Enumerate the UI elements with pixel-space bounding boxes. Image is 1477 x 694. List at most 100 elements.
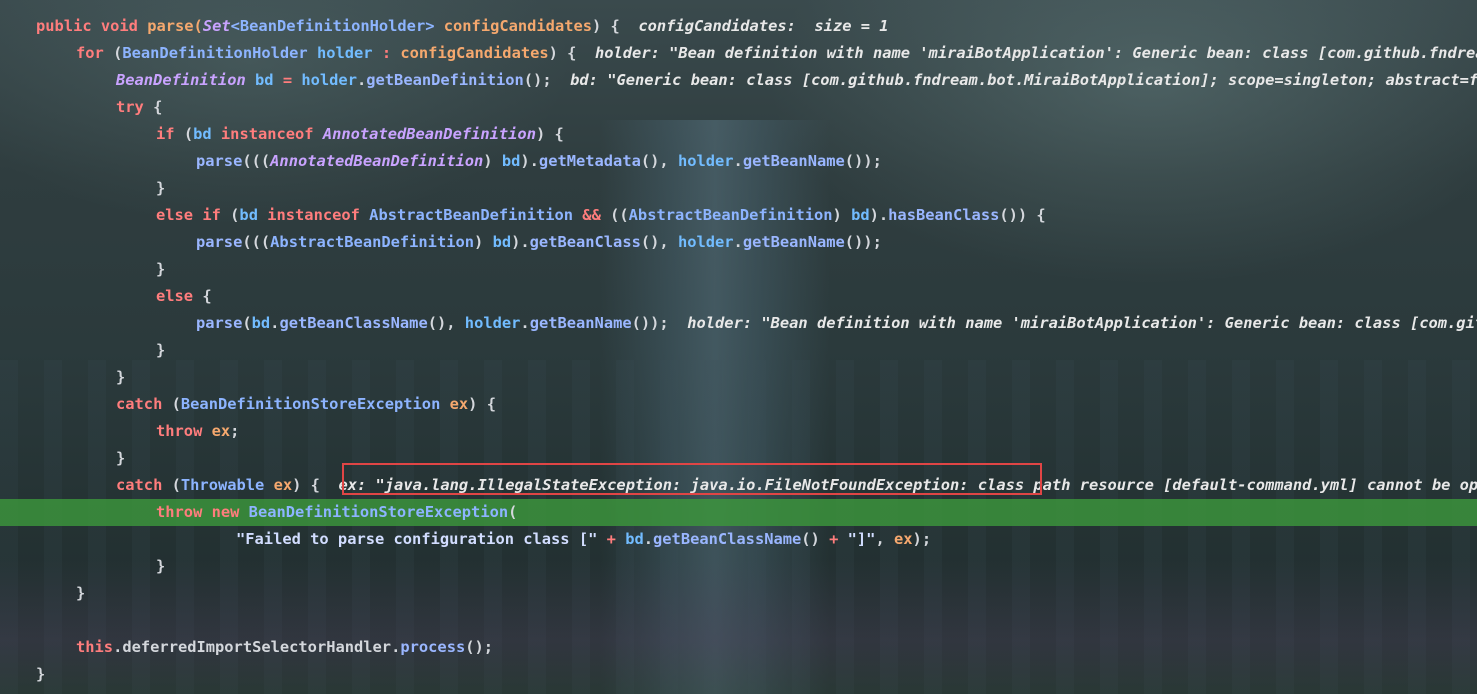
code-editor[interactable]: public void parse(Set<BeanDefinitionHold… [0, 0, 1477, 694]
code-token: BeanDefinitionStoreException [248, 503, 509, 521]
code-token: (), [427, 314, 465, 332]
code-token: instanceof [267, 206, 370, 224]
code-line[interactable]: else if (bd instanceof AbstractBeanDefin… [0, 202, 1477, 229]
code-token: } [116, 368, 126, 386]
code-line[interactable]: catch (BeanDefinitionStoreException ex) … [0, 391, 1477, 418]
code-token: { [202, 287, 212, 305]
code-token: ; [230, 422, 240, 440]
code-token: ()); [844, 152, 882, 170]
code-token: this [76, 638, 114, 656]
code-line[interactable]: } [0, 553, 1477, 580]
code-token: BeanDefinitionHolder [122, 44, 317, 62]
code-token: <BeanDefinitionHolder> [230, 17, 444, 35]
code-token: catch [116, 395, 172, 413]
code-token: parse( [147, 17, 203, 35]
debug-inline-value: holder: "Bean definition with name 'mira… [594, 44, 1477, 62]
code-token: getBeanName [742, 233, 845, 251]
current-execution-line[interactable]: throw new BeanDefinitionStoreException( [0, 499, 1477, 526]
code-token: (), [640, 152, 678, 170]
code-token: + [606, 530, 626, 548]
code-token: holder [301, 71, 357, 89]
code-token: "Failed to parse configuration class [" [236, 530, 607, 548]
code-token: } [76, 584, 86, 602]
code-token: holder [677, 233, 734, 251]
code-line[interactable]: } [0, 256, 1477, 283]
code-token: bd [851, 206, 870, 224]
code-line[interactable]: BeanDefinition bd = holder.getBeanDefini… [0, 67, 1477, 94]
code-token: try [116, 98, 154, 116]
code-token: configCandidates [443, 17, 593, 35]
code-token: ()); [844, 233, 882, 251]
code-token: bd [193, 125, 221, 143]
code-token: && [582, 206, 611, 224]
code-line[interactable]: parse(bd.getBeanClassName(), holder.getB… [0, 310, 1477, 337]
code-line[interactable]: try { [0, 94, 1477, 121]
code-token: ) { [535, 125, 564, 143]
code-line[interactable]: for (BeanDefinitionHolder holder : confi… [0, 40, 1477, 67]
code-token: ((( [242, 152, 271, 170]
code-line[interactable]: } [0, 175, 1477, 202]
code-token: } [156, 179, 166, 197]
code-token: bd [625, 530, 644, 548]
code-token: ); [912, 530, 932, 548]
code-token: ( [508, 503, 518, 521]
code-token: ( [183, 125, 194, 143]
code-token: for [76, 44, 114, 62]
code-token: bd [492, 233, 512, 251]
code-token: . [733, 152, 743, 170]
code-token: instanceof [220, 125, 323, 143]
code-line[interactable]: if (bd instanceof AnnotatedBeanDefinitio… [0, 121, 1477, 148]
code-line[interactable]: public void parse(Set<BeanDefinitionHold… [0, 13, 1477, 40]
debug-inline-value: holder: "Bean definition with name 'mira… [687, 314, 1477, 332]
code-token: parse [196, 314, 243, 332]
code-token: ) { [468, 395, 496, 413]
code-token: (), [640, 233, 678, 251]
code-token: ). [511, 233, 530, 251]
code-token: . [520, 314, 530, 332]
code-line[interactable]: } [0, 337, 1477, 364]
code-token: . [733, 233, 743, 251]
code-token: holder [464, 314, 521, 332]
code-token: ) { [292, 476, 339, 494]
code-token: "]" [847, 530, 876, 548]
code-token: ex [894, 530, 913, 548]
code-token: getBeanClass [529, 233, 641, 251]
code-line[interactable]: throw ex; [0, 418, 1477, 445]
code-token: AbstractBeanDefinition [369, 206, 583, 224]
code-line[interactable] [0, 607, 1477, 634]
code-token: } [36, 665, 46, 683]
code-token: : [381, 44, 401, 62]
code-token: ( [171, 395, 181, 413]
code-line[interactable]: this.deferredImportSelectorHandler.proce… [0, 634, 1477, 661]
code-token: holder [677, 152, 734, 170]
code-token: throw [156, 422, 212, 440]
code-token: ) { [592, 17, 639, 35]
code-line[interactable]: parse(((AbstractBeanDefinition) bd).getB… [0, 229, 1477, 256]
code-token: . [391, 638, 401, 656]
code-token: throw new [156, 503, 249, 521]
code-token: . [113, 638, 123, 656]
code-token: bd [501, 152, 521, 170]
code-line[interactable]: else { [0, 283, 1477, 310]
code-token: getBeanClassName [653, 530, 802, 548]
code-token: ). [869, 206, 889, 224]
code-token: catch [116, 476, 172, 494]
code-token: = [282, 71, 302, 89]
code-token: ex [449, 395, 469, 413]
code-token: ) [474, 233, 493, 251]
code-token: getBeanClassName [279, 314, 428, 332]
code-token: bd [239, 206, 268, 224]
code-line[interactable]: } [0, 364, 1477, 391]
code-token: ((( [242, 233, 271, 251]
code-token: . [643, 530, 654, 548]
code-token: AnnotatedBeanDefinition [322, 125, 536, 143]
code-line[interactable]: } [0, 580, 1477, 607]
code-token: AbstractBeanDefinition [270, 233, 475, 251]
code-line[interactable]: parse(((AnnotatedBeanDefinition) bd).get… [0, 148, 1477, 175]
code-line[interactable]: "Failed to parse configuration class [" … [0, 526, 1477, 553]
code-token: ) { [548, 44, 595, 62]
code-token: bd [251, 314, 271, 332]
code-token: ()) { [999, 206, 1046, 224]
code-token: public void [36, 17, 148, 35]
code-line[interactable]: } [0, 661, 1477, 688]
